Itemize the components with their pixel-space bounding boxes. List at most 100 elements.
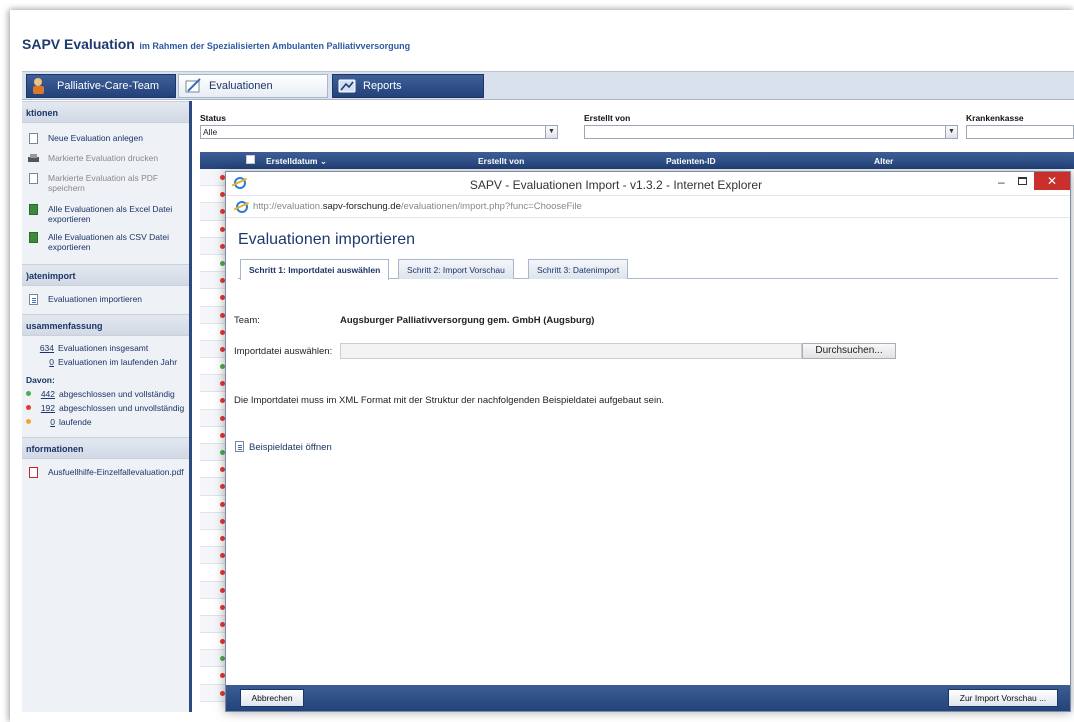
- next-import-preview-button[interactable]: Zur Import Vorschau ...: [948, 689, 1058, 707]
- davon-running-label: laufende: [59, 417, 92, 427]
- tab-label: Palliative-Care-Team: [57, 80, 160, 92]
- insurance-filter-select[interactable]: [966, 125, 1074, 139]
- tab-step-3[interactable]: Schritt 3: Datenimport: [528, 259, 629, 279]
- status-green-icon: [26, 391, 31, 396]
- tab-palliative-care-team[interactable]: Palliative-Care-Team: [26, 74, 176, 98]
- cancel-button[interactable]: Abbrechen: [240, 689, 304, 707]
- new-evaluation-action[interactable]: Neue Evaluation anlegen: [22, 129, 189, 149]
- davon-complete: 442 abgeschlossen und vollständig: [22, 387, 189, 401]
- davon-running: 0 laufende: [22, 415, 189, 429]
- column-alter[interactable]: Alter: [874, 156, 893, 166]
- app-subtitle: im Rahmen der Spezialisierten Ambulanten…: [139, 41, 411, 51]
- tab-label: Evaluationen: [209, 80, 273, 92]
- insurance-filter-label: Krankenkasse: [966, 113, 1024, 123]
- popup-url[interactable]: http://evaluation.sapv-forschung.de/eval…: [253, 201, 582, 212]
- close-button[interactable]: ✕: [1034, 172, 1070, 190]
- save-pdf-action[interactable]: Markierte Evaluation als PDF speichern: [22, 169, 189, 197]
- info-pdf-link[interactable]: Ausfuellhilfe-Einzelfallevaluation.pdf: [22, 459, 189, 483]
- column-erstellt-von[interactable]: Erstellt von: [478, 156, 524, 166]
- popup-window-title: SAPV - Evaluationen Import - v1.3.2 - In…: [469, 178, 763, 192]
- tab-step-2[interactable]: Schritt 2: Import Vorschau: [398, 259, 514, 279]
- grid-header: Erstelldatum ⌄ Erstellt von Patienten-ID…: [200, 152, 1074, 169]
- popup-heading: Evaluationen importieren: [238, 231, 415, 248]
- team-icon: [31, 77, 51, 95]
- app-title-main: SAPV Evaluation: [22, 36, 135, 52]
- main-tab-bar: Palliative-Care-Team Evaluationen Report…: [22, 71, 1074, 100]
- status-yellow-icon: [26, 419, 31, 424]
- import-icon: [28, 294, 39, 306]
- summary-total-count[interactable]: 634: [36, 343, 54, 353]
- sidebar-section-actions: ktionen: [22, 101, 189, 123]
- tab-step-1[interactable]: Schritt 1: Importdatei auswählen: [240, 259, 390, 280]
- chevron-down-icon: ▼: [945, 126, 957, 138]
- print-evaluation-action[interactable]: Markierte Evaluation drucken: [22, 149, 189, 169]
- davon-label: Davon:: [26, 375, 55, 385]
- created-by-filter-select[interactable]: ▼: [584, 125, 958, 139]
- info-pdf-label: Ausfuellhilfe-Einzelfallevaluation.pdf: [48, 467, 184, 477]
- app-title: SAPV Evaluation im Rahmen der Spezialisi…: [22, 36, 410, 52]
- chevron-down-icon: ▼: [545, 126, 557, 138]
- import-evaluations-action[interactable]: Evaluationen importieren: [22, 286, 189, 314]
- maximize-button[interactable]: [1018, 177, 1027, 185]
- internet-explorer-icon: [236, 201, 248, 213]
- davon-incomplete: 192 abgeschlossen und unvollständig: [22, 401, 189, 415]
- summary-year-count[interactable]: 0: [36, 357, 54, 367]
- column-patienten-id[interactable]: Patienten-ID: [666, 156, 716, 166]
- summary-total: 634 Evaluationen insgesamt: [22, 341, 189, 355]
- team-value: Augsburger Palliativversorgung gem. GmbH…: [340, 315, 595, 326]
- url-domain: sapv-forschung.de: [322, 201, 401, 212]
- xml-hint: Die Importdatei muss im XML Format mit d…: [234, 395, 664, 406]
- popup-address-bar: http://evaluation.sapv-forschung.de/eval…: [226, 196, 1070, 218]
- popup-body: Evaluationen importieren Schritt 1: Impo…: [226, 219, 1070, 685]
- example-file-label: Beispieldatei öffnen: [249, 441, 332, 453]
- export-excel-action[interactable]: Alle Evaluationen als Excel Datei export…: [22, 200, 189, 228]
- pdf-icon: [28, 173, 39, 185]
- new-document-icon: [28, 133, 39, 145]
- summary-total-label: Evaluationen insgesamt: [58, 343, 149, 353]
- status-red-icon: [26, 405, 31, 410]
- davon-complete-count[interactable]: 442: [37, 389, 55, 399]
- action-label: Alle Evaluationen als Excel Datei export…: [48, 204, 173, 224]
- reports-icon: [337, 77, 357, 95]
- tab-evaluationen[interactable]: Evaluationen: [178, 74, 328, 98]
- davon-complete-label: abgeschlossen und vollständig: [59, 389, 175, 399]
- summary-year: 0 Evaluationen im laufenden Jahr: [22, 355, 189, 369]
- url-prefix: http://evaluation.: [253, 201, 323, 212]
- column-erstelldatum[interactable]: Erstelldatum ⌄: [266, 156, 327, 167]
- sidebar-section-import: )atenimport: [22, 264, 189, 286]
- action-label: Evaluationen importieren: [48, 294, 143, 304]
- print-icon: [28, 153, 39, 165]
- csv-icon: [28, 232, 39, 244]
- tab-reports[interactable]: Reports: [332, 74, 484, 98]
- file-label: Importdatei auswählen:: [234, 346, 333, 357]
- import-popup-window: SAPV - Evaluationen Import - v1.3.2 - In…: [225, 171, 1071, 712]
- select-all-checkbox[interactable]: [246, 155, 255, 164]
- action-label: Neue Evaluation anlegen: [48, 133, 143, 143]
- document-icon: [234, 441, 245, 453]
- summary-year-label: Evaluationen im laufenden Jahr: [58, 357, 178, 367]
- url-path: /evaluationen/import.php?func=ChooseFile: [400, 201, 582, 212]
- davon-incomplete-label: abgeschlossen und unvollständig: [59, 403, 185, 413]
- popup-title-bar: SAPV - Evaluationen Import - v1.3.2 - In…: [226, 172, 1070, 196]
- sidebar-section-summary: usammenfassung: [22, 314, 189, 336]
- status-filter-select[interactable]: Alle ▼: [200, 125, 558, 139]
- status-filter-label: Status: [200, 113, 226, 123]
- team-label: Team:: [234, 315, 260, 326]
- sidebar: ktionen Neue Evaluation anlegen Markiert…: [22, 101, 192, 712]
- minimize-button[interactable]: –: [998, 175, 1005, 189]
- example-file-link[interactable]: Beispieldatei öffnen: [234, 441, 332, 453]
- import-file-input[interactable]: [340, 343, 802, 359]
- created-by-filter-label: Erstellt von: [584, 113, 631, 123]
- filter-bar: Status Alle ▼ Erstellt von ▼ Krankenkass…: [200, 110, 1074, 150]
- status-filter-value: Alle: [203, 127, 218, 137]
- export-csv-action[interactable]: Alle Evaluationen als CSV Datei exportie…: [22, 228, 189, 256]
- pdf-icon: [28, 467, 39, 479]
- browse-button[interactable]: Durchsuchen...: [802, 343, 896, 359]
- tab-label: Reports: [363, 80, 402, 92]
- import-steps-tabs: Schritt 1: Importdatei auswählen Schritt…: [238, 257, 1058, 280]
- popup-footer: Abbrechen Zur Import Vorschau ...: [226, 685, 1070, 711]
- davon-incomplete-count[interactable]: 192: [37, 403, 55, 413]
- excel-icon: [28, 204, 39, 216]
- action-label: Markierte Evaluation als PDF speichern: [48, 173, 159, 193]
- davon-running-count[interactable]: 0: [37, 417, 55, 427]
